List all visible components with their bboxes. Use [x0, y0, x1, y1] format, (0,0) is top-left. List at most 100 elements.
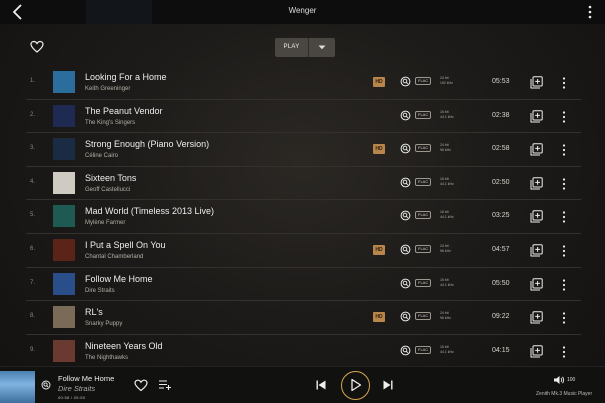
add-to-playlist-icon[interactable] — [530, 311, 543, 324]
add-to-playlist-icon[interactable] — [530, 244, 543, 257]
track-more-icon[interactable] — [561, 110, 567, 124]
track-artist[interactable]: Céline Cairo — [85, 153, 118, 159]
track-row[interactable]: 7. Follow Me Home Dire Straits FLAC 16 b… — [26, 268, 581, 302]
album-cover[interactable] — [53, 71, 75, 93]
sample-rate: 24 bit 192 kHz — [440, 76, 453, 85]
now-playing-title[interactable]: Follow Me Home — [58, 374, 114, 383]
zoom-icon[interactable] — [400, 278, 411, 289]
track-title[interactable]: Nineteen Years Old — [85, 341, 163, 351]
track-artist[interactable]: Geoff Castellucci — [85, 187, 130, 193]
track-list: 1. Looking For a Home Keith Greeninger H… — [26, 66, 581, 368]
sample-rate: 24 bit 96 kHz — [440, 143, 451, 153]
add-to-playlist-icon[interactable] — [530, 109, 543, 123]
track-more-icon[interactable] — [561, 345, 567, 359]
add-to-playlist-icon[interactable] — [530, 210, 543, 223]
track-more-icon[interactable] — [561, 278, 567, 292]
track-row[interactable]: 5. Mad World (Timeless 2013 Live) Mylène… — [26, 200, 581, 234]
skip-previous-icon[interactable] — [315, 379, 327, 391]
zoom-icon[interactable] — [400, 177, 411, 188]
track-more-icon[interactable] — [561, 210, 567, 224]
add-to-playlist-icon[interactable] — [530, 76, 543, 89]
format-badge: FLAC — [415, 77, 432, 85]
sample-rate: 16 bit 44.1 kHz — [440, 344, 454, 354]
add-to-playlist-icon[interactable] — [530, 143, 543, 156]
track-duration: 02:38 — [492, 111, 510, 119]
zoom-icon[interactable] — [400, 143, 411, 154]
track-artist[interactable]: Dire Straits — [85, 288, 115, 294]
track-artist[interactable]: Chantal Chamberland — [85, 254, 143, 260]
track-more-icon[interactable] — [561, 177, 567, 191]
format-badge: FLAC — [415, 110, 432, 119]
format-badge: FLAC — [415, 278, 432, 287]
album-cover[interactable] — [53, 238, 75, 261]
track-title[interactable]: RL's — [85, 307, 103, 317]
album-cover[interactable] — [53, 104, 75, 127]
track-artist[interactable]: Mylène Farmer — [85, 220, 125, 226]
track-row[interactable]: 8. RL's Snarky Puppy HD FLAC 24 bit 96 kH… — [26, 301, 581, 335]
track-more-icon[interactable] — [561, 311, 567, 325]
heart-icon[interactable] — [134, 379, 148, 392]
track-artist[interactable]: Keith Greeninger — [85, 86, 130, 92]
album-cover[interactable] — [53, 306, 75, 329]
track-title[interactable]: Mad World (Timeless 2013 Live) — [85, 206, 214, 216]
format-badge: FLAC — [415, 312, 432, 321]
track-row[interactable]: 6. I Put a Spell On You Chantal Chamberl… — [26, 234, 581, 268]
album-cover[interactable] — [53, 339, 75, 362]
zoom-icon[interactable] — [400, 244, 411, 255]
favorite-heart-icon[interactable] — [30, 40, 44, 54]
track-more-icon[interactable] — [561, 143, 567, 157]
track-duration: 03:25 — [492, 212, 510, 220]
track-title[interactable]: I Put a Spell On You — [85, 240, 166, 250]
album-cover[interactable] — [53, 138, 75, 161]
track-artist[interactable]: The King's Singers — [85, 120, 135, 126]
skip-next-icon[interactable] — [382, 379, 394, 391]
zoom-icon[interactable] — [400, 210, 411, 221]
zoom-icon[interactable] — [400, 311, 411, 322]
album-cover[interactable] — [53, 205, 75, 228]
track-title[interactable]: The Peanut Vendor — [85, 106, 163, 116]
track-artist[interactable]: Snarky Puppy — [85, 321, 122, 327]
play-options-dropdown[interactable] — [309, 38, 335, 57]
now-playing-artist[interactable]: Dire Straits — [58, 384, 95, 393]
track-number: 4. — [30, 178, 36, 185]
zoom-icon[interactable] — [400, 76, 411, 87]
track-title[interactable]: Sixteen Tons — [85, 173, 136, 183]
track-title[interactable]: Looking For a Home — [85, 72, 167, 82]
track-row[interactable]: 3. Strong Enough (Piano Version) Céline … — [26, 133, 581, 167]
zoom-icon[interactable] — [41, 380, 51, 390]
track-more-icon[interactable] — [561, 244, 567, 258]
sample-rate: 16 bit 44.1 kHz — [440, 109, 454, 119]
add-to-playlist-icon[interactable] — [530, 277, 543, 291]
zoom-icon[interactable] — [400, 345, 411, 356]
track-duration: 05:53 — [492, 78, 510, 85]
track-number: 5. — [30, 212, 36, 219]
play-button[interactable] — [341, 371, 370, 400]
now-playing-bar: Follow Me Home Dire Straits 00:58 / 05:5… — [0, 366, 605, 403]
track-number: 1. — [30, 78, 36, 84]
track-row[interactable]: 4. Sixteen Tons Geoff Castellucci FLAC 1… — [26, 167, 581, 201]
queue-icon[interactable] — [158, 379, 172, 391]
track-row[interactable]: 1. Looking For a Home Keith Greeninger H… — [26, 66, 581, 100]
track-title[interactable]: Strong Enough (Piano Version) — [85, 139, 209, 149]
sample-rate: 24 bit 96 kHz — [440, 243, 451, 253]
add-to-playlist-icon[interactable] — [530, 345, 543, 358]
track-number: 2. — [30, 111, 36, 118]
more-vertical-icon[interactable] — [585, 4, 595, 20]
play-all-label[interactable]: PLAY — [275, 38, 308, 57]
now-playing-artwork[interactable] — [0, 371, 35, 403]
play-all-button[interactable]: PLAY — [275, 38, 335, 57]
volume-level: 100 — [567, 377, 576, 383]
track-row[interactable]: 9. Nineteen Years Old The Nighthawks FLA… — [26, 335, 581, 369]
volume-icon[interactable] — [553, 375, 565, 385]
format-badge: FLAC — [415, 345, 432, 354]
track-row[interactable]: 2. The Peanut Vendor The King's Singers … — [26, 100, 581, 134]
track-artist[interactable]: The Nighthawks — [85, 355, 128, 361]
top-bar: Wenger — [0, 0, 605, 24]
add-to-playlist-icon[interactable] — [530, 177, 543, 190]
zoom-icon[interactable] — [400, 110, 411, 121]
track-title[interactable]: Follow Me Home — [85, 274, 153, 284]
album-cover[interactable] — [53, 171, 75, 194]
track-more-icon[interactable] — [561, 76, 567, 90]
output-device[interactable]: Zenith Mk.3 Music Player — [536, 391, 592, 397]
album-cover[interactable] — [53, 272, 75, 295]
